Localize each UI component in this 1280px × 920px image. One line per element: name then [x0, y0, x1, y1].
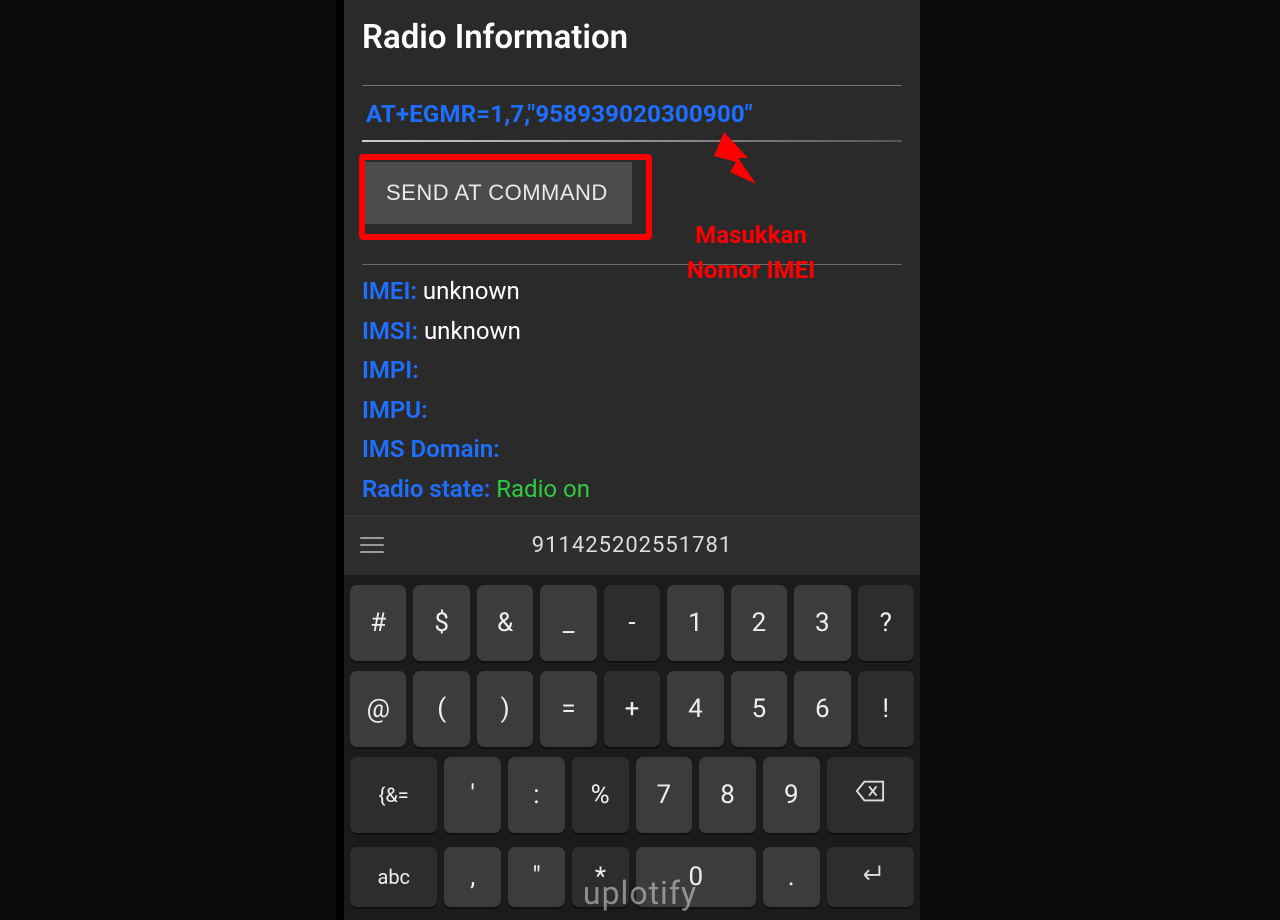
ims-domain-row: IMS Domain:	[362, 433, 902, 467]
at-command-input[interactable]: AT+EGMR=1,7,"958939020300900"	[362, 90, 902, 140]
send-at-command-button[interactable]: SEND AT COMMAND	[362, 162, 632, 224]
key-7[interactable]: 7	[636, 757, 693, 833]
key-quote[interactable]: "	[508, 847, 565, 907]
enter-icon	[855, 861, 885, 892]
radio-state-value: Radio on	[496, 475, 590, 503]
keyboard-row-3: {&= ' : % 7 8 9	[350, 757, 914, 833]
key-underscore[interactable]: _	[540, 585, 596, 661]
key-symbols-toggle[interactable]: {&=	[350, 757, 437, 833]
key-hash[interactable]: #	[350, 585, 406, 661]
key-question[interactable]: ?	[858, 585, 914, 661]
imei-label: IMEI:	[362, 277, 417, 305]
imsi-row: IMSI: unknown	[362, 315, 902, 349]
radio-state-row: Radio state: Radio on	[362, 473, 902, 507]
key-1[interactable]: 1	[667, 585, 723, 661]
on-screen-keyboard: # $ & _ - 1 2 3 ? @ ( ) = + 4 5 6 ! {&= …	[344, 575, 920, 920]
keyboard-suggestion-text[interactable]: 911425202551781	[344, 533, 920, 558]
key-asterisk[interactable]: *	[572, 847, 629, 907]
key-colon[interactable]: :	[508, 757, 565, 833]
key-comma[interactable]: ,	[444, 847, 501, 907]
impu-label: IMPU:	[362, 396, 428, 424]
key-9[interactable]: 9	[763, 757, 820, 833]
imei-value: unknown	[423, 277, 520, 305]
imsi-label: IMSI:	[362, 317, 418, 345]
key-lparen[interactable]: (	[413, 671, 469, 747]
key-period[interactable]: .	[763, 847, 820, 907]
keyboard-row-4: abc , " * 0 .	[350, 843, 914, 907]
key-rparen[interactable]: )	[477, 671, 533, 747]
page-title: Radio Information	[362, 18, 902, 57]
keyboard-row-1: # $ & _ - 1 2 3 ?	[350, 585, 914, 661]
key-ampersand[interactable]: &	[477, 585, 533, 661]
divider	[362, 85, 902, 86]
key-at[interactable]: @	[350, 671, 406, 747]
phone-left-edge	[336, 0, 344, 920]
arrow-icon	[714, 132, 768, 200]
key-plus[interactable]: +	[604, 671, 660, 747]
key-dollar[interactable]: $	[413, 585, 469, 661]
keyboard-suggestion-bar: 911425202551781	[344, 515, 920, 575]
key-2[interactable]: 2	[731, 585, 787, 661]
key-3[interactable]: 3	[794, 585, 850, 661]
divider	[362, 264, 902, 265]
at-command-value: AT+EGMR=1,7,"958939020300900"	[366, 100, 753, 128]
radio-state-label: Radio state:	[362, 475, 490, 503]
key-abc-toggle[interactable]: abc	[350, 847, 437, 907]
key-exclaim[interactable]: !	[858, 671, 914, 747]
ims-domain-label: IMS Domain:	[362, 435, 500, 463]
key-0[interactable]: 0	[636, 847, 756, 907]
impi-row: IMPI:	[362, 354, 902, 388]
key-enter[interactable]	[827, 847, 914, 907]
impi-label: IMPI:	[362, 356, 419, 384]
content-area: AT+EGMR=1,7,"958939020300900" SEND AT CO…	[344, 85, 920, 515]
key-backspace[interactable]	[827, 757, 914, 833]
imsi-value: unknown	[424, 317, 521, 345]
key-minus[interactable]: -	[604, 585, 660, 661]
key-6[interactable]: 6	[794, 671, 850, 747]
backspace-icon	[855, 779, 885, 810]
input-underline	[362, 140, 902, 142]
hint-line1: Masukkan	[695, 221, 807, 249]
phone-screen: Radio Information AT+EGMR=1,7,"958939020…	[344, 0, 920, 920]
key-apostrophe[interactable]: '	[444, 757, 501, 833]
hamburger-icon[interactable]	[360, 537, 384, 553]
key-5[interactable]: 5	[731, 671, 787, 747]
title-bar: Radio Information	[344, 0, 920, 85]
key-percent[interactable]: %	[572, 757, 629, 833]
key-equals[interactable]: =	[540, 671, 596, 747]
key-4[interactable]: 4	[667, 671, 723, 747]
imei-row: IMEI: unknown	[362, 275, 902, 309]
key-8[interactable]: 8	[699, 757, 756, 833]
radio-info-list: IMEI: unknown IMSI: unknown IMPI: IMPU: …	[362, 275, 902, 515]
button-row: SEND AT COMMAND Masukkan Nomor IMEI	[362, 162, 902, 252]
impu-row: IMPU:	[362, 394, 902, 428]
keyboard-row-2: @ ( ) = + 4 5 6 !	[350, 671, 914, 747]
